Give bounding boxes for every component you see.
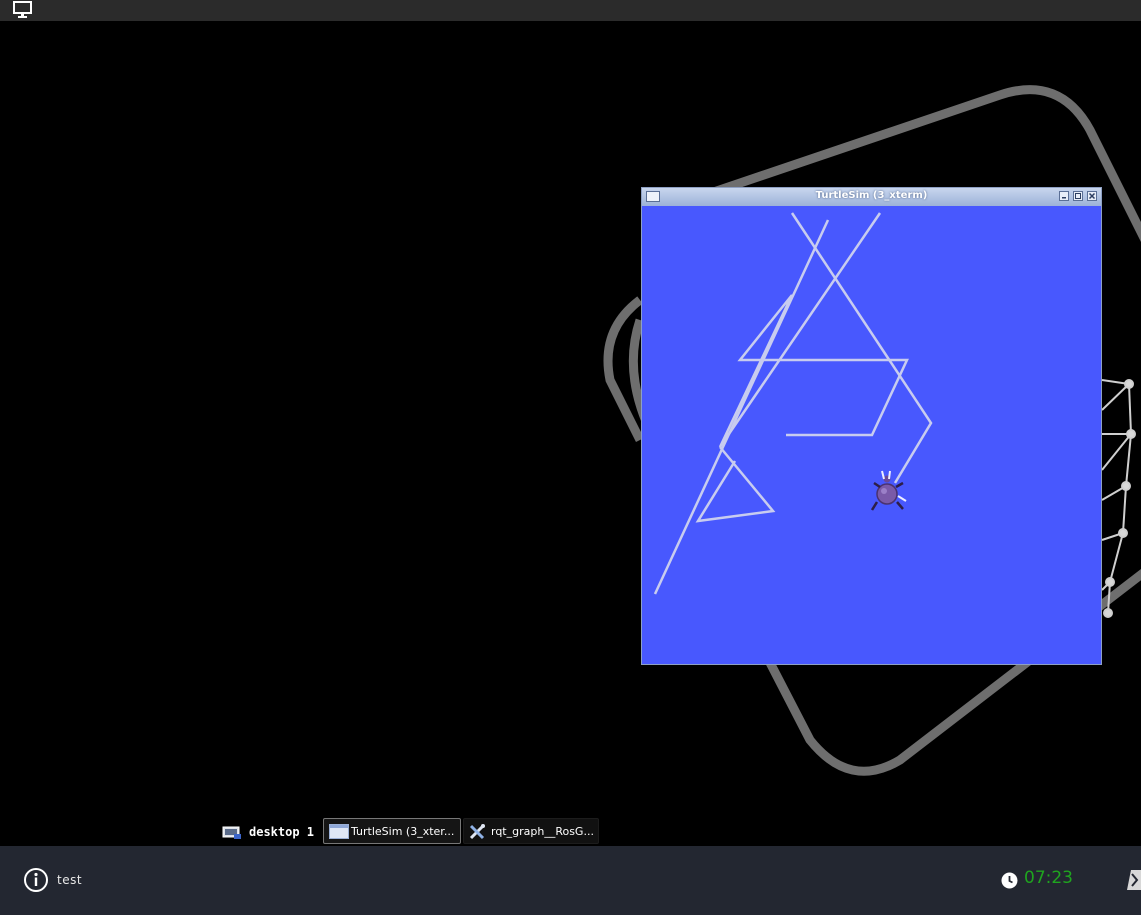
minimize-icon[interactable]	[1059, 191, 1069, 201]
task-rqt-graph[interactable]: rqt_graph__RosG...	[463, 818, 599, 844]
window-titlebar[interactable]: TurtleSim (3_xterm)	[642, 188, 1101, 207]
turtlesim-window[interactable]: TurtleSim (3_xterm)	[641, 187, 1102, 665]
clock-icon	[1001, 872, 1018, 893]
close-icon[interactable]	[1087, 191, 1097, 201]
task-label: TurtleSim (3_xter...	[351, 825, 455, 838]
task-turtlesim[interactable]: TurtleSim (3_xter...	[323, 818, 461, 844]
window-title: TurtleSim (3_xterm)	[815, 190, 928, 201]
tools-icon	[469, 824, 487, 843]
top-bar	[0, 0, 1141, 21]
monitor-icon[interactable]	[12, 1, 34, 23]
turtlesim-canvas	[642, 206, 1101, 664]
desktop-label: desktop 1	[249, 825, 315, 839]
desktop-switcher-icon	[222, 825, 242, 844]
exit-icon[interactable]	[1125, 868, 1141, 896]
window-icon	[329, 824, 349, 842]
info-icon[interactable]	[23, 867, 49, 897]
bottom-bar: test 07:23	[0, 846, 1141, 915]
task-label: rqt_graph__RosG...	[491, 825, 594, 838]
desktop-pager[interactable]: desktop 1	[220, 820, 322, 846]
clock-time[interactable]: 07:23	[1024, 868, 1073, 888]
maximize-icon[interactable]	[1073, 191, 1083, 201]
user-label: test	[57, 873, 83, 887]
